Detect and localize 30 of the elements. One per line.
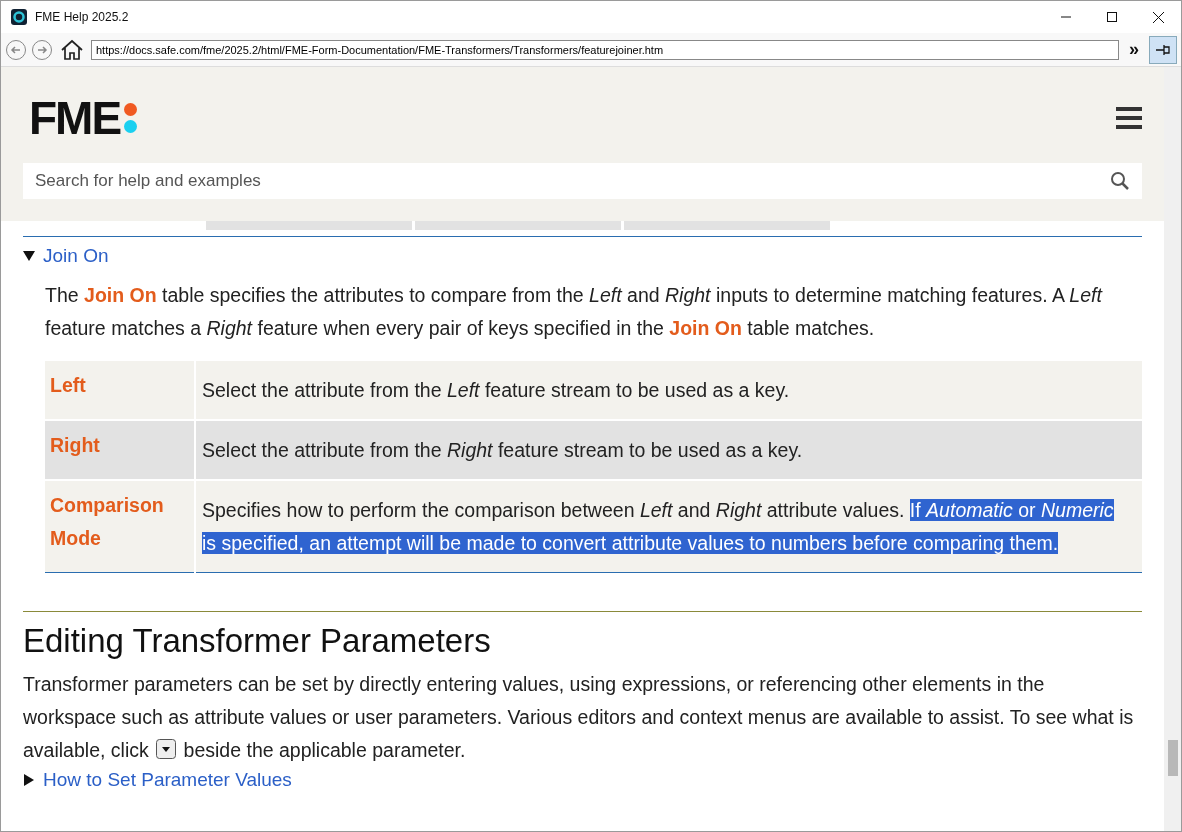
overflow-button[interactable]: » [1123, 39, 1145, 60]
expanded-triangle-icon[interactable] [23, 250, 35, 262]
pin-button[interactable] [1149, 35, 1177, 64]
body-paragraph: Transformer parameters can be set by directly entering values, using expressions, or referencing other elements in the workspace such as attribute values or user parameters. Various editors and context menus are available to assist. To see what is available, click beside the applicable parameter. [23, 672, 1135, 763]
forward-icon[interactable] [31, 38, 53, 61]
parameter-name: Left [45, 360, 195, 420]
parameter-description: Specifies how to perform the comparison between Left and Right attribute values. If Automatic or Numeric is specified, an attempt will be made to convert attribute values to numbers before comparing them. [195, 480, 1142, 573]
fme-logo[interactable]: FME [29, 95, 138, 141]
search-field[interactable]: Search for help and examples [23, 163, 1142, 199]
close-icon[interactable] [1152, 11, 1164, 23]
help-link[interactable]: How to Set Parameter Values [43, 769, 292, 791]
home-icon[interactable] [59, 37, 85, 62]
menu-icon[interactable] [1116, 107, 1142, 129]
back-icon[interactable] [5, 38, 27, 61]
window-title: FME Help 2025.2 [35, 10, 130, 24]
scrollbar[interactable] [1164, 67, 1181, 831]
section-link[interactable]: Join On [43, 245, 109, 267]
parameter-description: Select the attribute from the Right feature stream to be used as a key. [195, 420, 1142, 480]
address-field[interactable]: https://docs.safe.com/fme/2025.2/html/FME-Form-Documentation/FME-Transformers/Transformers/featurejoiner.htm [91, 39, 1119, 60]
parameter-name: Right [45, 420, 195, 480]
parameter-description: Select the attribute from the Left feature stream to be used as a key. [195, 360, 1142, 420]
maximize-icon[interactable] [1107, 12, 1117, 22]
search-icon[interactable] [1110, 171, 1130, 191]
section-heading: Editing Transformer Parameters [23, 622, 492, 660]
dropdown-button-icon [156, 739, 177, 759]
collapsed-triangle-icon[interactable] [23, 774, 35, 786]
app-icon [11, 9, 27, 25]
parameter-name: Comparison Mode [45, 480, 195, 573]
pin-icon [1155, 43, 1171, 56]
intro-paragraph: The Join On table specifies the attributes to compare from the Left and Right inputs to determine matching features. A Left feature matches a Right feature when every pair of keys specified in the Join On table matches. [44, 283, 1104, 341]
